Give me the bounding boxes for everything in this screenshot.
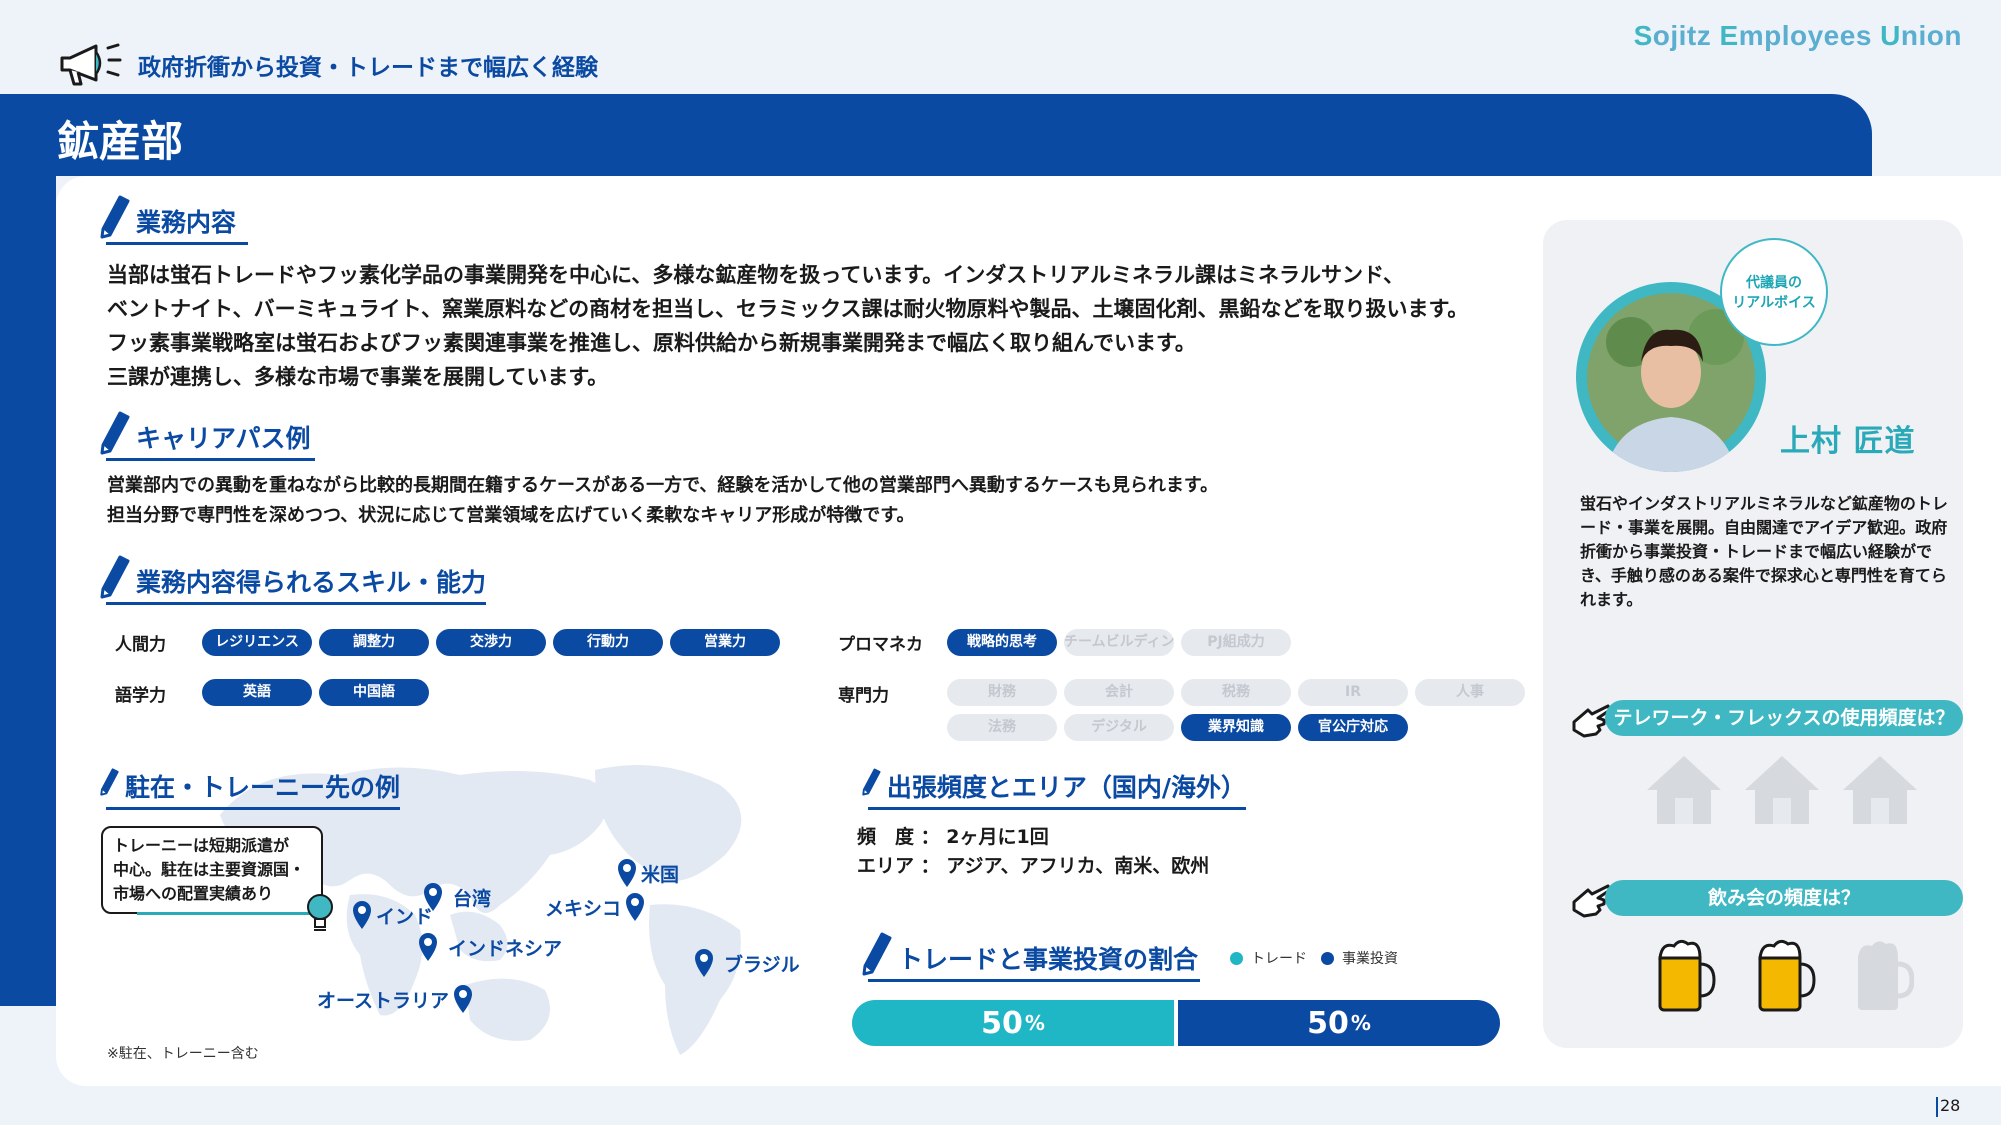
section-title: キャリアパス例 [136,424,311,453]
section-title: 出張頻度とエリア（国内/海外） [886,773,1246,802]
posting-callout: トレーニーは短期派遣が 中心。駐在は主要資源国・ 市場への配置実績あり [101,826,323,914]
skill-label-human: 人間力 [115,635,166,655]
pencil-icon [100,195,130,239]
page-bar [1936,1097,1938,1117]
left-strip [0,176,56,1006]
skill-pill: PJ組成力 [1181,629,1291,656]
house-icon [1843,756,1917,824]
house-icon [1745,756,1819,824]
person-name: 上村 匠道 [1780,424,1916,459]
tagline: 政府折衝から投資・トレードまで幅広く経験 [56,40,598,90]
skill-pill: デジタル [1064,714,1174,741]
map-place: インドネシア [418,932,562,962]
trip-frequency: 頻 度 ： 2ヶ月に1回 [857,826,1049,848]
skill-pill: 交渉力 [436,629,546,656]
skill-pill: 行動力 [553,629,663,656]
skill-pill: 英語 [202,679,312,706]
section-ratio: トレードと事業投資の割合 [862,932,1200,982]
section-title: トレードと事業投資の割合 [898,945,1199,974]
ratio-bar: 50% 50% [852,1000,1500,1046]
pencil-icon [100,768,119,796]
map-place: オーストラリア [317,984,473,1014]
house-icon [1647,756,1721,824]
pencil-icon [862,932,892,976]
beer-mug-icon [1658,939,1716,1012]
legend-invest: 事業投資 [1342,951,1398,967]
section-underline [106,602,486,605]
skill-pill: チームビルディング [1064,629,1174,656]
map-pin-icon [454,985,473,1013]
pencil-icon [100,411,130,455]
skill-pill: 財務 [947,679,1057,706]
callout-underline [137,912,317,915]
skill-pill: 業界知識 [1181,714,1291,741]
section-title: 駐在・トレーニー先の例 [124,773,400,802]
skill-pill: 中国語 [319,679,429,706]
skill-pill: 官公庁対応 [1298,714,1408,741]
section-title: 業務内容得られるスキル・能力 [135,568,486,597]
voice-badge: 代議員の リアルボイス [1720,238,1828,346]
map-pin-icon [618,859,636,887]
brand-logo: Sojitz Employees Union [1633,20,1962,51]
section-title: 業務内容 [136,208,237,237]
skill-pill: 戦略的思考 [947,629,1057,656]
section-trips: 出張頻度とエリア（国内/海外） [862,760,1246,810]
skill-pill: IR [1298,679,1408,706]
posting-note: ※駐在、トレーニー含む [107,1046,259,1062]
legend-trade: トレード [1251,951,1307,967]
map-pin-icon [419,933,437,961]
skill-pill: 人事 [1415,679,1525,706]
map-pin-icon [626,893,645,921]
pencil-icon [862,768,881,796]
page-number: 28 [1940,1096,1961,1115]
section-underline [868,807,1246,810]
section-skills: 業務内容得られるスキル・能力 [100,555,486,605]
map-pin-icon [695,949,713,977]
tagline-text: 政府折衝から投資・トレードまで幅広く経験 [138,55,598,81]
beer-mug-icon [1758,939,1816,1012]
pencil-icon [100,555,130,599]
map-place: 台湾 [423,882,491,912]
map-place: メキシコ [545,892,645,922]
ratio-trade: 50% [852,1000,1174,1046]
section-underline [106,807,400,810]
legend-dot-trade [1230,951,1243,965]
drinking-question: 飲み会の頻度は？ [1605,880,1963,916]
telework-question: テレワーク・フレックスの使用頻度は？ [1605,700,1963,736]
skill-label-expertise: 専門力 [838,686,889,706]
skill-pill: 会計 [1064,679,1174,706]
section-posting: 駐在・トレーニー先の例 [100,760,400,810]
section-career: キャリアパス例 [100,411,315,461]
map-pin-icon [353,901,371,929]
map-pin-icon [424,883,442,911]
beer-mug-icon [1858,941,1914,1010]
department-band [0,94,1872,176]
map-place: ブラジル [694,948,800,978]
legend-dot-invest [1321,951,1334,965]
trip-area: エリア ： アジア、アフリカ、南米、欧州 [857,855,1210,877]
lightbulb-icon [307,894,333,931]
ratio-invest: 50% [1178,1000,1500,1046]
section-underline [106,242,248,245]
skill-pill: 税務 [1181,679,1291,706]
section-underline [868,979,1200,982]
ratio-legend: トレード 事業投資 [1230,948,1398,968]
skill-pill: 調整力 [319,629,429,656]
section-underline [106,458,315,461]
department-title: 鉱産部 [57,117,184,166]
map-place: インド [352,900,433,930]
skill-label-language: 語学力 [115,686,166,706]
skill-pill: レジリエンス [202,629,312,656]
section-business: 業務内容 [100,195,248,245]
megaphone-icon [60,43,122,86]
business-description: 当部は蛍石トレードやフッ素化学品の事業開発を中心に、多様な鉱産物を扱っています。… [107,263,1469,389]
person-comment: 蛍石やインダストリアルミネラルなど鉱産物のトレード・事業を展開。自由闊達でアイデ… [1580,494,1948,609]
map-place: 米国 [617,858,679,888]
skill-label-pm: プロマネカ [838,635,923,655]
skill-pill: 営業力 [670,629,780,656]
career-description: 営業部内での異動を重ねながら比較的長期間在籍するケースがある一方で、経験を活かし… [107,475,1219,526]
skill-pill: 法務 [947,714,1057,741]
